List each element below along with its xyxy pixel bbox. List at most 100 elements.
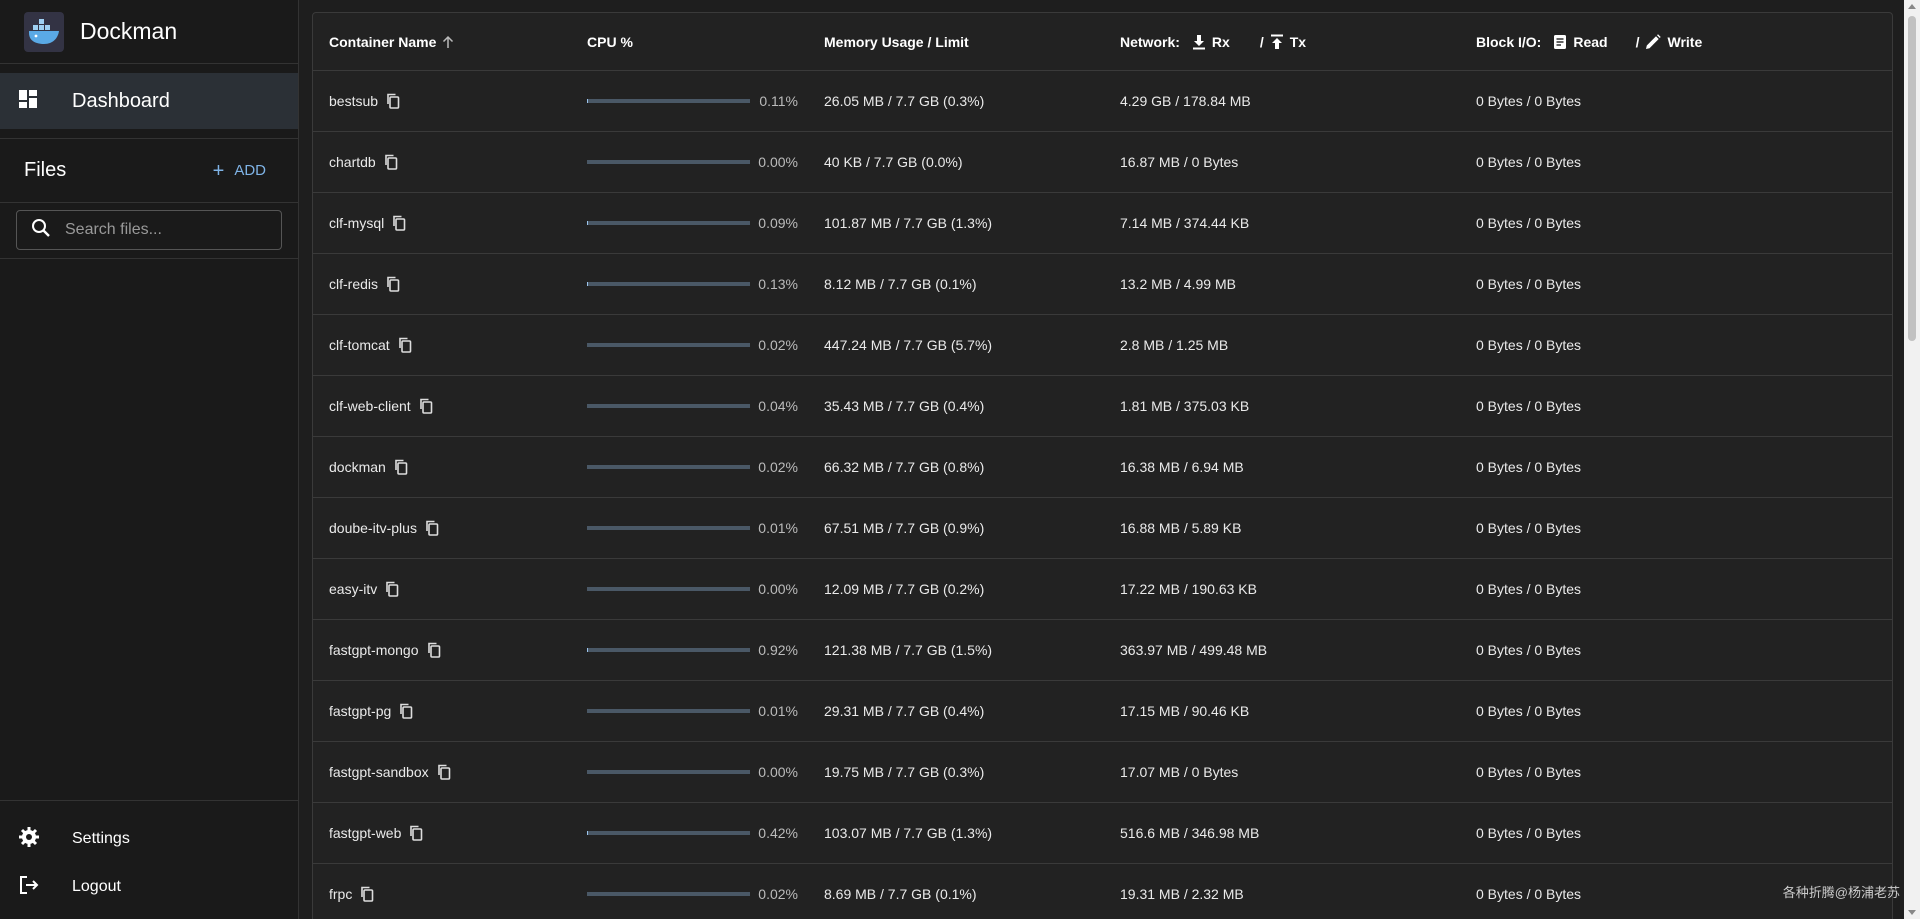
- table-row[interactable]: frpc 0.02% 8.69 MB / 7.7 GB (0.1%) 19.31 MB…: [313, 864, 1892, 919]
- logout-label: Logout: [72, 878, 121, 895]
- column-header-block-io: Block I/O: Read / Write: [1476, 34, 1892, 50]
- pencil-icon: [1645, 33, 1662, 50]
- cpu-progress-bar: [587, 526, 750, 530]
- network-cell: 1.81 MB / 375.03 KB: [1120, 398, 1250, 414]
- table-row[interactable]: fastgpt-pg 0.01% 29.31 MB / 7.7 GB (0.4%) 1…: [313, 681, 1892, 742]
- container-name-cell: clf-tomcat: [313, 337, 587, 353]
- cpu-progress-bar: [587, 221, 750, 225]
- cpu-cell: 0.02%: [587, 337, 824, 353]
- tx-label: Tx: [1289, 33, 1307, 50]
- cpu-progress-bar: [587, 99, 750, 103]
- cpu-cell: 0.92%: [587, 642, 824, 658]
- table-row[interactable]: clf-tomcat 0.02% 447.24 MB / 7.7 GB (5.7%)…: [313, 315, 1892, 376]
- cpu-progress-bar: [587, 709, 750, 713]
- table-row[interactable]: easy-itv 0.00% 12.09 MB / 7.7 GB (0.2%) 17.…: [313, 559, 1892, 620]
- settings-label: Settings: [72, 830, 130, 847]
- network-cell: 13.2 MB / 4.99 MB: [1120, 276, 1236, 292]
- table-row[interactable]: chartdb 0.00% 40 KB / 7.7 GB (0.0%) 16.87 M…: [313, 132, 1892, 193]
- container-name-cell: fastgpt-sandbox: [313, 764, 587, 780]
- logout-icon: [18, 874, 40, 901]
- brand[interactable]: Dockman: [0, 0, 298, 64]
- nav-item-dashboard-label: Dashboard: [72, 89, 170, 112]
- container-name-cell: clf-mysql: [313, 215, 587, 231]
- network-cell: 363.97 MB / 499.48 MB: [1120, 642, 1268, 658]
- upload-icon: [1270, 34, 1284, 50]
- copy-icon[interactable]: [394, 459, 408, 475]
- nav-item-dashboard[interactable]: Dashboard: [0, 73, 298, 129]
- cpu-percent: 0.02%: [758, 337, 798, 353]
- container-name-cell: clf-redis: [313, 276, 587, 292]
- container-name: clf-mysql: [329, 215, 385, 231]
- copy-icon[interactable]: [437, 764, 451, 780]
- container-name: fastgpt-sandbox: [329, 764, 429, 780]
- cpu-percent: 0.11%: [759, 93, 798, 109]
- container-name-cell: bestsub: [313, 93, 587, 109]
- cpu-progress-bar: [587, 343, 750, 347]
- copy-icon[interactable]: [386, 276, 400, 292]
- table-row[interactable]: clf-web-client 0.04% 35.43 MB / 7.7 GB (0.…: [313, 376, 1892, 437]
- network-cell: 17.07 MB / 0 Bytes: [1120, 764, 1239, 780]
- copy-icon[interactable]: [360, 886, 374, 902]
- container-name-cell: easy-itv: [313, 581, 587, 597]
- container-name: clf-tomcat: [329, 337, 390, 353]
- add-file-button[interactable]: + ADD: [213, 161, 266, 181]
- cpu-percent: 0.00%: [758, 764, 798, 780]
- table-row[interactable]: fastgpt-web 0.42% 103.07 MB / 7.7 GB (1.3%…: [313, 803, 1892, 864]
- table-row[interactable]: clf-mysql 0.09% 101.87 MB / 7.7 GB (1.3%) 7…: [313, 193, 1892, 254]
- scroll-up-arrow-icon[interactable]: [1908, 4, 1916, 9]
- cpu-percent: 0.02%: [758, 459, 798, 475]
- files-title: Files: [24, 159, 67, 181]
- copy-icon[interactable]: [398, 337, 412, 353]
- cpu-progress-bar: [587, 282, 750, 286]
- container-name: dockman: [329, 459, 386, 475]
- block-io-label: Block I/O:: [1476, 33, 1542, 50]
- download-icon: [1192, 34, 1206, 50]
- scroll-down-arrow-icon[interactable]: [1908, 910, 1916, 915]
- copy-icon[interactable]: [385, 581, 399, 597]
- copy-icon[interactable]: [384, 154, 398, 170]
- logout-nav-item[interactable]: Logout: [0, 863, 299, 911]
- cpu-cell: 0.04%: [587, 398, 824, 414]
- cpu-percent: 0.00%: [758, 154, 798, 170]
- container-name: fastgpt-mongo: [329, 642, 419, 658]
- memory-cell: 121.38 MB / 7.7 GB (1.5%): [824, 642, 993, 658]
- block-io-cell: 0 Bytes / 0 Bytes: [1476, 276, 1582, 292]
- cpu-progress-fill: [587, 831, 588, 835]
- column-header-network: Network: Rx / Tx: [1120, 34, 1476, 50]
- block-io-cell: 0 Bytes / 0 Bytes: [1476, 154, 1582, 170]
- table-row[interactable]: fastgpt-mongo 0.92% 121.38 MB / 7.7 GB (1.…: [313, 620, 1892, 681]
- column-header-name[interactable]: Container Name: [313, 34, 587, 50]
- memory-cell: 26.05 MB / 7.7 GB (0.3%): [824, 93, 985, 109]
- copy-icon[interactable]: [409, 825, 423, 841]
- main-content: Container Name CPU % Memory Usage / Limi…: [300, 0, 1920, 919]
- document-icon: [1553, 34, 1567, 50]
- copy-icon[interactable]: [419, 398, 433, 414]
- copy-icon[interactable]: [392, 215, 406, 231]
- table-row[interactable]: dockman 0.02% 66.32 MB / 7.7 GB (0.8%) 16.3…: [313, 437, 1892, 498]
- cpu-cell: 0.01%: [587, 703, 824, 719]
- container-name-cell: fastgpt-pg: [313, 703, 587, 719]
- gear-icon: [18, 826, 40, 853]
- cpu-percent: 0.02%: [758, 886, 798, 902]
- page-scrollbar[interactable]: [1904, 0, 1920, 919]
- table-row[interactable]: doube-itv-plus 0.01% 67.51 MB / 7.7 GB (0.…: [313, 498, 1892, 559]
- copy-icon[interactable]: [427, 642, 441, 658]
- search-box[interactable]: [16, 210, 282, 250]
- copy-icon[interactable]: [399, 703, 413, 719]
- table-row[interactable]: clf-redis 0.13% 8.12 MB / 7.7 GB (0.1%) 13.…: [313, 254, 1892, 315]
- block-io-cell: 0 Bytes / 0 Bytes: [1476, 215, 1582, 231]
- cpu-cell: 0.00%: [587, 154, 824, 170]
- table-row[interactable]: bestsub 0.11% 26.05 MB / 7.7 GB (0.3%) 4.29…: [313, 71, 1892, 132]
- block-io-cell: 0 Bytes / 0 Bytes: [1476, 581, 1582, 597]
- settings-nav-item[interactable]: Settings: [0, 815, 299, 863]
- search-files-input[interactable]: [63, 220, 263, 240]
- copy-icon[interactable]: [386, 93, 400, 109]
- cpu-cell: 0.42%: [587, 825, 824, 841]
- cpu-percent: 0.00%: [758, 581, 798, 597]
- search-wrap: [0, 203, 298, 259]
- cpu-percent: 0.13%: [758, 276, 798, 292]
- table-row[interactable]: fastgpt-sandbox 0.00% 19.75 MB / 7.7 GB (0…: [313, 742, 1892, 803]
- container-name-cell: frpc: [313, 886, 587, 902]
- copy-icon[interactable]: [425, 520, 439, 536]
- scroll-thumb[interactable]: [1908, 16, 1916, 341]
